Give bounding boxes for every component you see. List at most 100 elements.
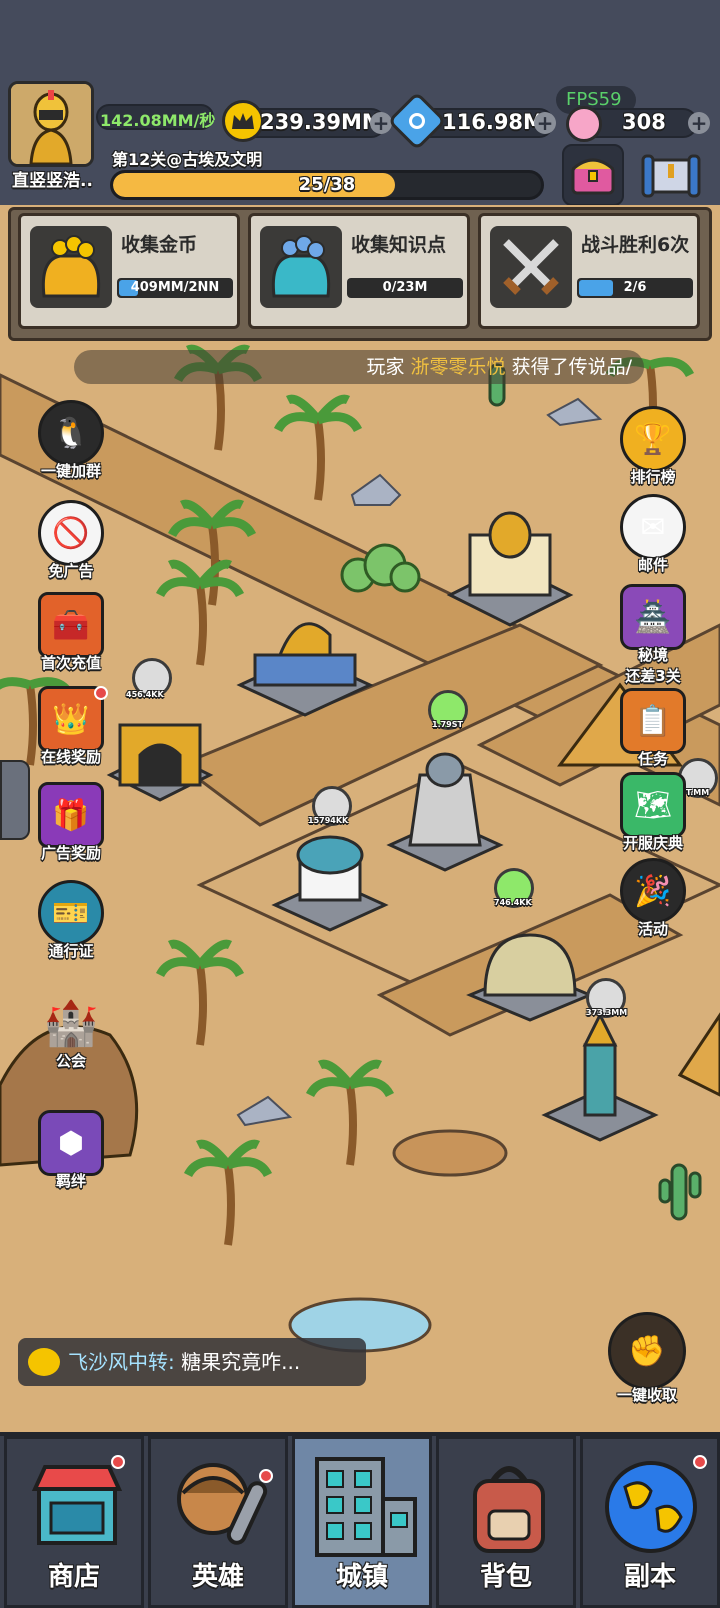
clipboard-icon: 📋 (620, 688, 686, 754)
gold-amount: 239.39MM (260, 110, 383, 134)
nav-dungeon[interactable]: 副本 (580, 1436, 720, 1608)
marquee-suffix: 获得了传说品/ (511, 356, 632, 378)
button-label: 活动 (637, 920, 668, 938)
notification-dot (259, 1469, 273, 1483)
button-label: 秘境 (637, 646, 668, 664)
marquee-player: 浙零零乐悦 (410, 356, 506, 378)
button-label: 排行榜 (630, 468, 676, 486)
secret-realm-button[interactable]: 🏯 秘境 还差3关 (608, 584, 698, 686)
portal-icon: 🏯 (620, 584, 686, 650)
building-icon (315, 1457, 417, 1557)
broadcast-marquee: 玩家 浙零零乐悦 获得了传说品/ (74, 350, 644, 384)
quest-progress-text: 0/23M (382, 280, 428, 295)
side-drawer-handle[interactable] (0, 760, 30, 840)
collect-all-button[interactable]: ✊ 一键收取 (602, 1312, 692, 1405)
no-ads-icon: 🚫 (38, 500, 104, 566)
castle-icon: 🏰 (43, 998, 99, 1049)
gold-bag-icon (30, 226, 112, 308)
add-gold-button[interactable]: + (370, 112, 392, 134)
add-knowledge-button[interactable]: + (534, 112, 556, 134)
quest-title: 收集金币 (121, 234, 198, 256)
chat-preview[interactable]: 飞沙风中转: 糖果究竟咋... (18, 1338, 366, 1386)
nav-shop[interactable]: 商店 (4, 1436, 144, 1608)
button-label: 公会 (55, 1052, 86, 1070)
join-group-button[interactable]: 🐧 一键加群 (26, 400, 116, 481)
pass-icon: 🎫 (38, 880, 104, 946)
no-ads-button[interactable]: 🚫 免广告 (26, 500, 116, 581)
quest-card-gold[interactable]: 收集金币 409MM/2NN (18, 213, 240, 329)
gem-amount: 308 (622, 110, 666, 134)
quest-progress-text: 2/6 (623, 280, 647, 295)
knowledge-bag-icon (260, 226, 342, 308)
fps-counter: FPS59 (566, 89, 622, 110)
treasure-chest-icon (571, 158, 615, 195)
trophy-icon: 🏆 (620, 406, 686, 472)
tasks-button[interactable]: 📋 任务 (608, 688, 698, 769)
nav-town[interactable]: 城镇 (292, 1436, 432, 1608)
purple-chest-icon: 🎁 (38, 782, 104, 848)
quest-title: 战斗胜利6次 (581, 234, 690, 256)
nav-label: 副本 (623, 1562, 676, 1592)
treasure-box-button[interactable] (562, 144, 624, 206)
player-avatar[interactable] (8, 81, 94, 167)
warrior-avatar-icon (11, 84, 91, 164)
nav-label: 背包 (479, 1562, 532, 1592)
penguin-icon: 🐧 (38, 400, 104, 466)
add-gem-button[interactable]: + (688, 112, 710, 134)
map-scroll-button[interactable] (636, 144, 706, 206)
celebration-icon: 🗺 (620, 772, 686, 838)
crossed-swords-icon (490, 226, 572, 308)
mail-button[interactable]: ✉ 邮件 (608, 494, 698, 575)
server-celebration-button[interactable]: 🗺 开服庆典 (608, 772, 698, 853)
button-label: 一键收取 (616, 1386, 677, 1404)
knowledge-amount: 116.98M (442, 110, 544, 134)
caveman-icon (177, 1463, 268, 1545)
candy-gem-icon (566, 106, 602, 142)
button-label: 首次充值 (40, 654, 101, 672)
quest-card-knowledge[interactable]: 收集知识点 0/23M (248, 213, 470, 329)
nav-label: 商店 (47, 1562, 100, 1592)
tag-value: 1.79ST (432, 720, 463, 729)
stage-label: 第12关@古埃及文明 (112, 150, 263, 169)
income-rate: 142.08MM/秒 (100, 111, 216, 130)
shop-icon (31, 1465, 123, 1545)
button-label: 羁绊 (55, 1172, 86, 1190)
battle-pass-button[interactable]: 🎫 通行证 (26, 880, 116, 961)
notification-dot (94, 686, 108, 700)
button-label: 任务 (637, 750, 668, 768)
online-reward-button[interactable]: 👑 在线奖励 (26, 686, 116, 767)
button-label: 开服庆典 (622, 834, 683, 852)
stage-progress-text: 25/38 (298, 174, 356, 195)
status-bar (0, 0, 720, 80)
ad-reward-button[interactable]: 🎁 广告奖励 (26, 782, 116, 863)
party-icon: 🎉 (620, 858, 686, 924)
bond-button[interactable]: ⬢ 羁绊 (26, 1110, 116, 1191)
stage-progress-bar: 25/38 (110, 170, 544, 200)
button-label: 免广告 (48, 562, 94, 580)
leaderboard-button[interactable]: 🏆 排行榜 (608, 406, 698, 487)
collect-all-icon: ✊ (608, 1312, 686, 1390)
tag-value: 746.4KK (494, 898, 532, 907)
player-name: 直竖竖浩.. (12, 171, 93, 191)
quest-card-battle[interactable]: 战斗胜利6次 2/6 (478, 213, 700, 329)
nav-backpack[interactable]: 背包 (436, 1436, 576, 1608)
quest-progress-bar: 2/6 (577, 278, 693, 298)
tag-value: 456.4KK (126, 690, 164, 699)
crown-icon (222, 100, 264, 142)
quest-progress-bar: 409MM/2NN (117, 278, 233, 298)
globe-icon (605, 1461, 697, 1553)
chat-sender: 飞沙风中转: (68, 1350, 175, 1374)
notification-dot (693, 1455, 707, 1469)
guild-button[interactable]: 🏰 公会 (26, 990, 116, 1071)
event-button[interactable]: 🎉 活动 (608, 858, 698, 939)
tag-value: 15794KK (308, 816, 349, 825)
nav-heroes[interactable]: 英雄 (148, 1436, 288, 1608)
mail-icon: ✉ (620, 494, 686, 560)
chat-message: 糖果究竟咋... (181, 1350, 301, 1374)
bond-icon: ⬢ (38, 1110, 104, 1176)
quest-title: 收集知识点 (351, 234, 447, 256)
first-recharge-button[interactable]: 🧰 首次充值 (26, 592, 116, 673)
marquee-prefix: 玩家 (366, 356, 405, 378)
tag-value: 373.3MM (586, 1008, 628, 1017)
knowledge-swirl (409, 113, 425, 129)
